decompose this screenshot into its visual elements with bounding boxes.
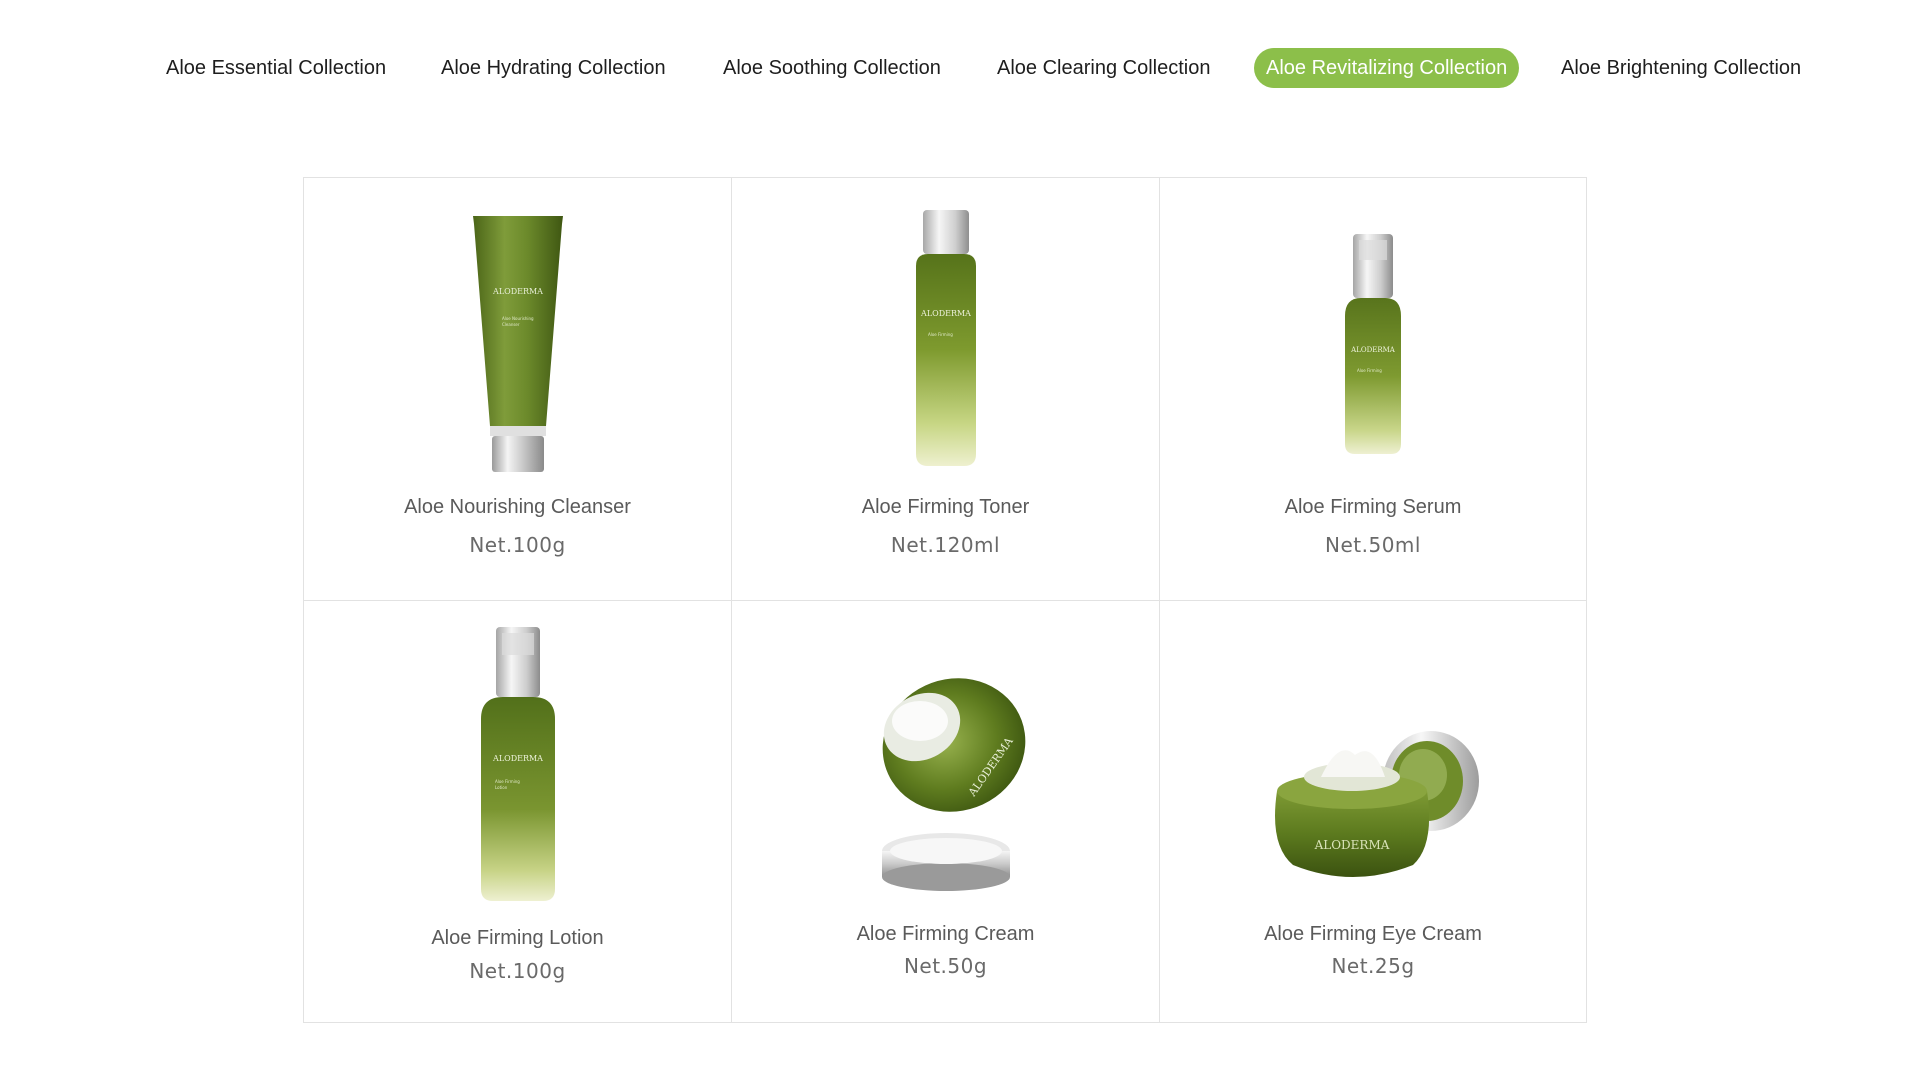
tab-brightening-collection[interactable]: Aloe Brightening Collection xyxy=(1549,48,1813,88)
svg-text:Aloe Nourishing: Aloe Nourishing xyxy=(502,316,534,321)
product-card-lotion[interactable]: ALODERMA Aloe Firming Lotion Aloe Firmin… xyxy=(304,601,732,1022)
product-name: Aloe Firming Eye Cream xyxy=(1264,923,1482,945)
svg-text:Cleanser: Cleanser xyxy=(502,322,520,327)
svg-text:ALODERMA: ALODERMA xyxy=(492,287,543,296)
svg-text:ALODERMA: ALODERMA xyxy=(1314,838,1390,852)
product-grid: ALODERMA Aloe Nourishing Cleanser Aloe N… xyxy=(303,177,1587,1023)
svg-text:ALODERMA: ALODERMA xyxy=(1350,346,1396,354)
collection-tabs: Aloe Essential Collection Aloe Hydrating… xyxy=(0,48,1920,88)
tab-hydrating-collection[interactable]: Aloe Hydrating Collection xyxy=(429,48,678,88)
bottle-icon: ALODERMA Aloe Firming xyxy=(732,208,1159,470)
product-net: Net.100g xyxy=(469,959,566,983)
product-card-cream[interactable]: ALODERMA Aloe Firming Cream Net.50g xyxy=(732,601,1160,1022)
tube-icon: ALODERMA Aloe Nourishing Cleanser xyxy=(304,214,731,474)
product-net: Net.50g xyxy=(903,954,988,978)
svg-text:Aloe Firming: Aloe Firming xyxy=(1357,368,1382,373)
product-card-cleanser[interactable]: ALODERMA Aloe Nourishing Cleanser Aloe N… xyxy=(304,178,732,601)
svg-text:ALODERMA: ALODERMA xyxy=(920,309,971,318)
product-name: Aloe Nourishing Cleanser xyxy=(404,496,631,518)
product-net: Net.100g xyxy=(469,533,566,557)
tab-soothing-collection[interactable]: Aloe Soothing Collection xyxy=(711,48,953,88)
pump-bottle-icon: ALODERMA Aloe Firming xyxy=(1160,232,1586,458)
tab-clearing-collection[interactable]: Aloe Clearing Collection xyxy=(985,48,1222,88)
svg-text:Lotion: Lotion xyxy=(495,785,508,790)
cream-jar-icon: ALODERMA xyxy=(732,677,1159,897)
product-name: Aloe Firming Toner xyxy=(861,496,1030,518)
product-name: Aloe Firming Lotion xyxy=(431,927,604,949)
product-net: Net.50ml xyxy=(1325,533,1421,557)
svg-text:ALODERMA: ALODERMA xyxy=(492,754,543,763)
tab-revitalizing-collection[interactable]: Aloe Revitalizing Collection xyxy=(1254,48,1520,88)
product-page: Aloe Essential Collection Aloe Hydrating… xyxy=(0,0,1920,1083)
product-card-toner[interactable]: ALODERMA Aloe Firming Aloe Firming Toner… xyxy=(732,178,1160,601)
svg-text:Aloe Firming: Aloe Firming xyxy=(928,332,953,337)
product-net: Net.25g xyxy=(1331,954,1415,978)
tab-essential-collection[interactable]: Aloe Essential Collection xyxy=(154,48,398,88)
svg-text:Aloe Firming: Aloe Firming xyxy=(495,779,520,784)
product-net: Net.120ml xyxy=(890,533,1001,557)
product-name: Aloe Firming Cream xyxy=(856,923,1035,945)
product-card-eye-cream[interactable]: ALODERMA Aloe Firming Eye Cream Net.25g xyxy=(1160,601,1586,1022)
eye-cream-jar-icon: ALODERMA xyxy=(1160,725,1586,885)
product-name: Aloe Firming Serum xyxy=(1284,496,1462,518)
product-card-serum[interactable]: ALODERMA Aloe Firming Aloe Firming Serum… xyxy=(1160,178,1586,601)
pump-bottle-icon: ALODERMA Aloe Firming Lotion xyxy=(304,625,731,905)
